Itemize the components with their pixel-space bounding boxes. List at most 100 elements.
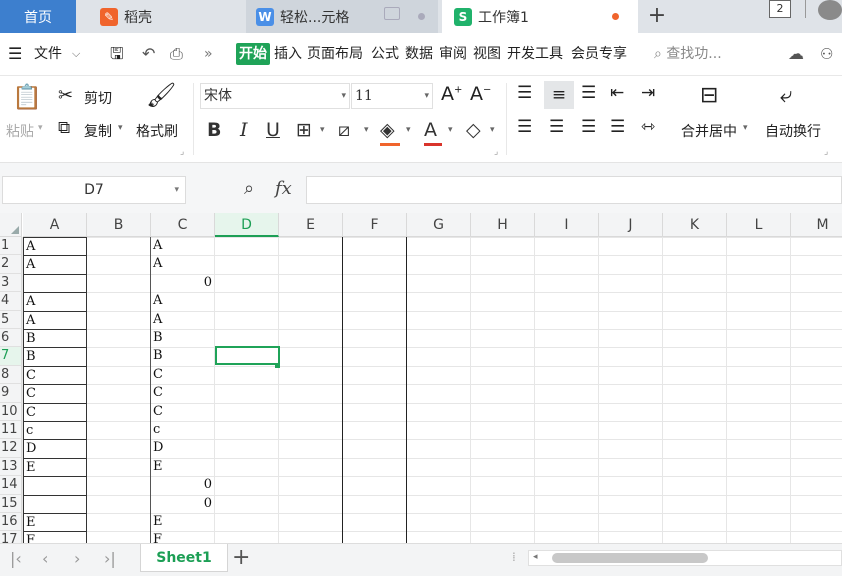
- font-expand-icon[interactable]: ⌟: [494, 147, 498, 157]
- distribute-icon[interactable]: ⇿: [641, 117, 655, 137]
- active-cell-selection[interactable]: [215, 346, 280, 366]
- column-header-k[interactable]: K: [663, 213, 727, 237]
- cell-c[interactable]: F: [151, 531, 215, 543]
- cell-c-number[interactable]: 0: [151, 495, 215, 513]
- menu-review[interactable]: 审阅: [439, 43, 467, 65]
- cell-c[interactable]: A: [151, 292, 215, 310]
- align-middle-icon[interactable]: ≡: [544, 81, 574, 109]
- fill-handle[interactable]: [275, 362, 280, 368]
- horizontal-scroll-thumb[interactable]: [552, 553, 708, 563]
- column-header-h[interactable]: H: [471, 213, 535, 237]
- font-name-select[interactable]: 宋体 ▾: [200, 83, 350, 109]
- more-icon[interactable]: »: [204, 43, 213, 65]
- next-sheet-icon[interactable]: ›: [74, 549, 80, 568]
- row-header[interactable]: 14: [0, 476, 22, 495]
- cell-a[interactable]: C: [23, 384, 87, 404]
- row-header[interactable]: 10: [0, 402, 22, 421]
- cell-c[interactable]: B: [151, 329, 215, 347]
- underline-icon[interactable]: U: [266, 119, 280, 141]
- row-header[interactable]: 7: [0, 347, 22, 366]
- row-header[interactable]: 13: [0, 457, 22, 477]
- align-right-icon[interactable]: ☰: [581, 117, 596, 137]
- fill-color-icon[interactable]: ◈: [380, 119, 400, 146]
- cell-c[interactable]: A: [151, 255, 215, 273]
- column-header-l[interactable]: L: [727, 213, 791, 237]
- scissors-icon[interactable]: ✂: [58, 85, 73, 106]
- justify-icon[interactable]: ☰: [610, 117, 625, 137]
- zoom-search-icon[interactable]: ⌕: [244, 178, 254, 199]
- increase-font-icon[interactable]: A+: [441, 83, 462, 105]
- tab-word-doc[interactable]: W 轻松...元格: [246, 0, 438, 33]
- select-all-corner[interactable]: [0, 213, 22, 237]
- column-header-a[interactable]: A: [23, 213, 87, 237]
- paste-dropdown-icon[interactable]: ▾: [38, 123, 43, 133]
- scroll-left-icon[interactable]: ◂: [533, 552, 538, 562]
- cell-a[interactable]: E: [23, 513, 87, 533]
- menu-page-layout[interactable]: 页面布局: [307, 43, 363, 65]
- paste-icon[interactable]: 📋: [12, 83, 42, 111]
- alignment-expand-icon[interactable]: ⌟: [824, 147, 828, 157]
- column-header-g[interactable]: G: [407, 213, 471, 237]
- cell-a[interactable]: D: [23, 439, 87, 459]
- column-header-j[interactable]: J: [599, 213, 663, 237]
- undo-icon[interactable]: ↶: [142, 43, 155, 65]
- tab-workbook[interactable]: S 工作簿1: [442, 0, 638, 33]
- borders-dropdown-icon[interactable]: ▾: [320, 125, 325, 135]
- menu-insert[interactable]: 插入: [274, 43, 302, 65]
- cell-a[interactable]: A: [23, 292, 87, 312]
- column-header-m[interactable]: M: [791, 213, 842, 237]
- cell-c-number[interactable]: 0: [151, 274, 215, 292]
- cell-a[interactable]: A: [23, 237, 87, 257]
- hamburger-icon[interactable]: ☰: [8, 43, 22, 65]
- tab-home[interactable]: 首页: [0, 0, 76, 33]
- copy-dropdown-icon[interactable]: ▾: [118, 123, 123, 133]
- cell-c[interactable]: B: [151, 347, 215, 365]
- menu-member[interactable]: 会员专享: [571, 43, 627, 65]
- fill-color-dropdown-icon[interactable]: ▾: [406, 125, 411, 135]
- first-sheet-icon[interactable]: |‹: [10, 549, 22, 568]
- paste-button[interactable]: 粘贴: [6, 121, 34, 141]
- eraser-icon[interactable]: ◇: [466, 119, 481, 141]
- cloud-icon[interactable]: ☁: [788, 43, 804, 65]
- font-color-dropdown-icon[interactable]: ▾: [448, 125, 453, 135]
- column-header-e[interactable]: E: [279, 213, 343, 237]
- tab-daoke[interactable]: ✎ 稻壳: [90, 0, 240, 33]
- new-tab-button[interactable]: +: [646, 2, 668, 30]
- row-header[interactable]: 11: [0, 421, 22, 440]
- row-header[interactable]: 12: [0, 439, 22, 458]
- font-color-icon[interactable]: A: [424, 119, 442, 146]
- menu-formulas[interactable]: 公式: [371, 43, 399, 65]
- row-header[interactable]: 5: [0, 310, 22, 329]
- merge-dropdown-icon[interactable]: ▾: [743, 123, 748, 133]
- menu-developer[interactable]: 开发工具: [507, 43, 563, 65]
- cell-a[interactable]: B: [23, 329, 87, 349]
- column-header-d[interactable]: D: [215, 213, 279, 237]
- align-center-icon[interactable]: ☰: [549, 117, 564, 137]
- cell-c[interactable]: A: [151, 311, 215, 329]
- format-painter-button[interactable]: 格式刷: [136, 121, 178, 141]
- decrease-font-icon[interactable]: A−: [470, 83, 491, 105]
- column-header-b[interactable]: B: [87, 213, 151, 237]
- cell-a[interactable]: c: [23, 421, 87, 441]
- merge-center-icon[interactable]: ⊟: [700, 83, 718, 108]
- monitor-icon[interactable]: [384, 7, 400, 20]
- copy-icon[interactable]: ⧉: [58, 118, 70, 138]
- cell-c[interactable]: C: [151, 384, 215, 402]
- cell-a[interactable]: E: [23, 457, 87, 478]
- window-count-badge[interactable]: 2: [769, 0, 791, 18]
- cell-c[interactable]: c: [151, 421, 215, 439]
- menu-data[interactable]: 数据: [405, 43, 433, 65]
- cell-c[interactable]: A: [151, 237, 215, 255]
- last-sheet-icon[interactable]: ›|: [104, 549, 116, 568]
- cell-a[interactable]: F: [23, 531, 87, 543]
- cell-a[interactable]: [23, 494, 87, 514]
- cell-style-dropdown-icon[interactable]: ▾: [364, 125, 369, 135]
- cell-c[interactable]: C: [151, 366, 215, 384]
- italic-icon[interactable]: I: [240, 119, 248, 141]
- row-header[interactable]: 15: [0, 494, 22, 513]
- borders-icon[interactable]: ⊞: [296, 119, 312, 141]
- fx-label[interactable]: fx: [275, 178, 292, 199]
- cell-a[interactable]: A: [23, 255, 87, 275]
- row-header[interactable]: 9: [0, 384, 22, 403]
- spreadsheet-grid[interactable]: ABCDEFGHIJKLM1AA2AA304AA5AA6BB7BB8CC9CC1…: [0, 213, 842, 543]
